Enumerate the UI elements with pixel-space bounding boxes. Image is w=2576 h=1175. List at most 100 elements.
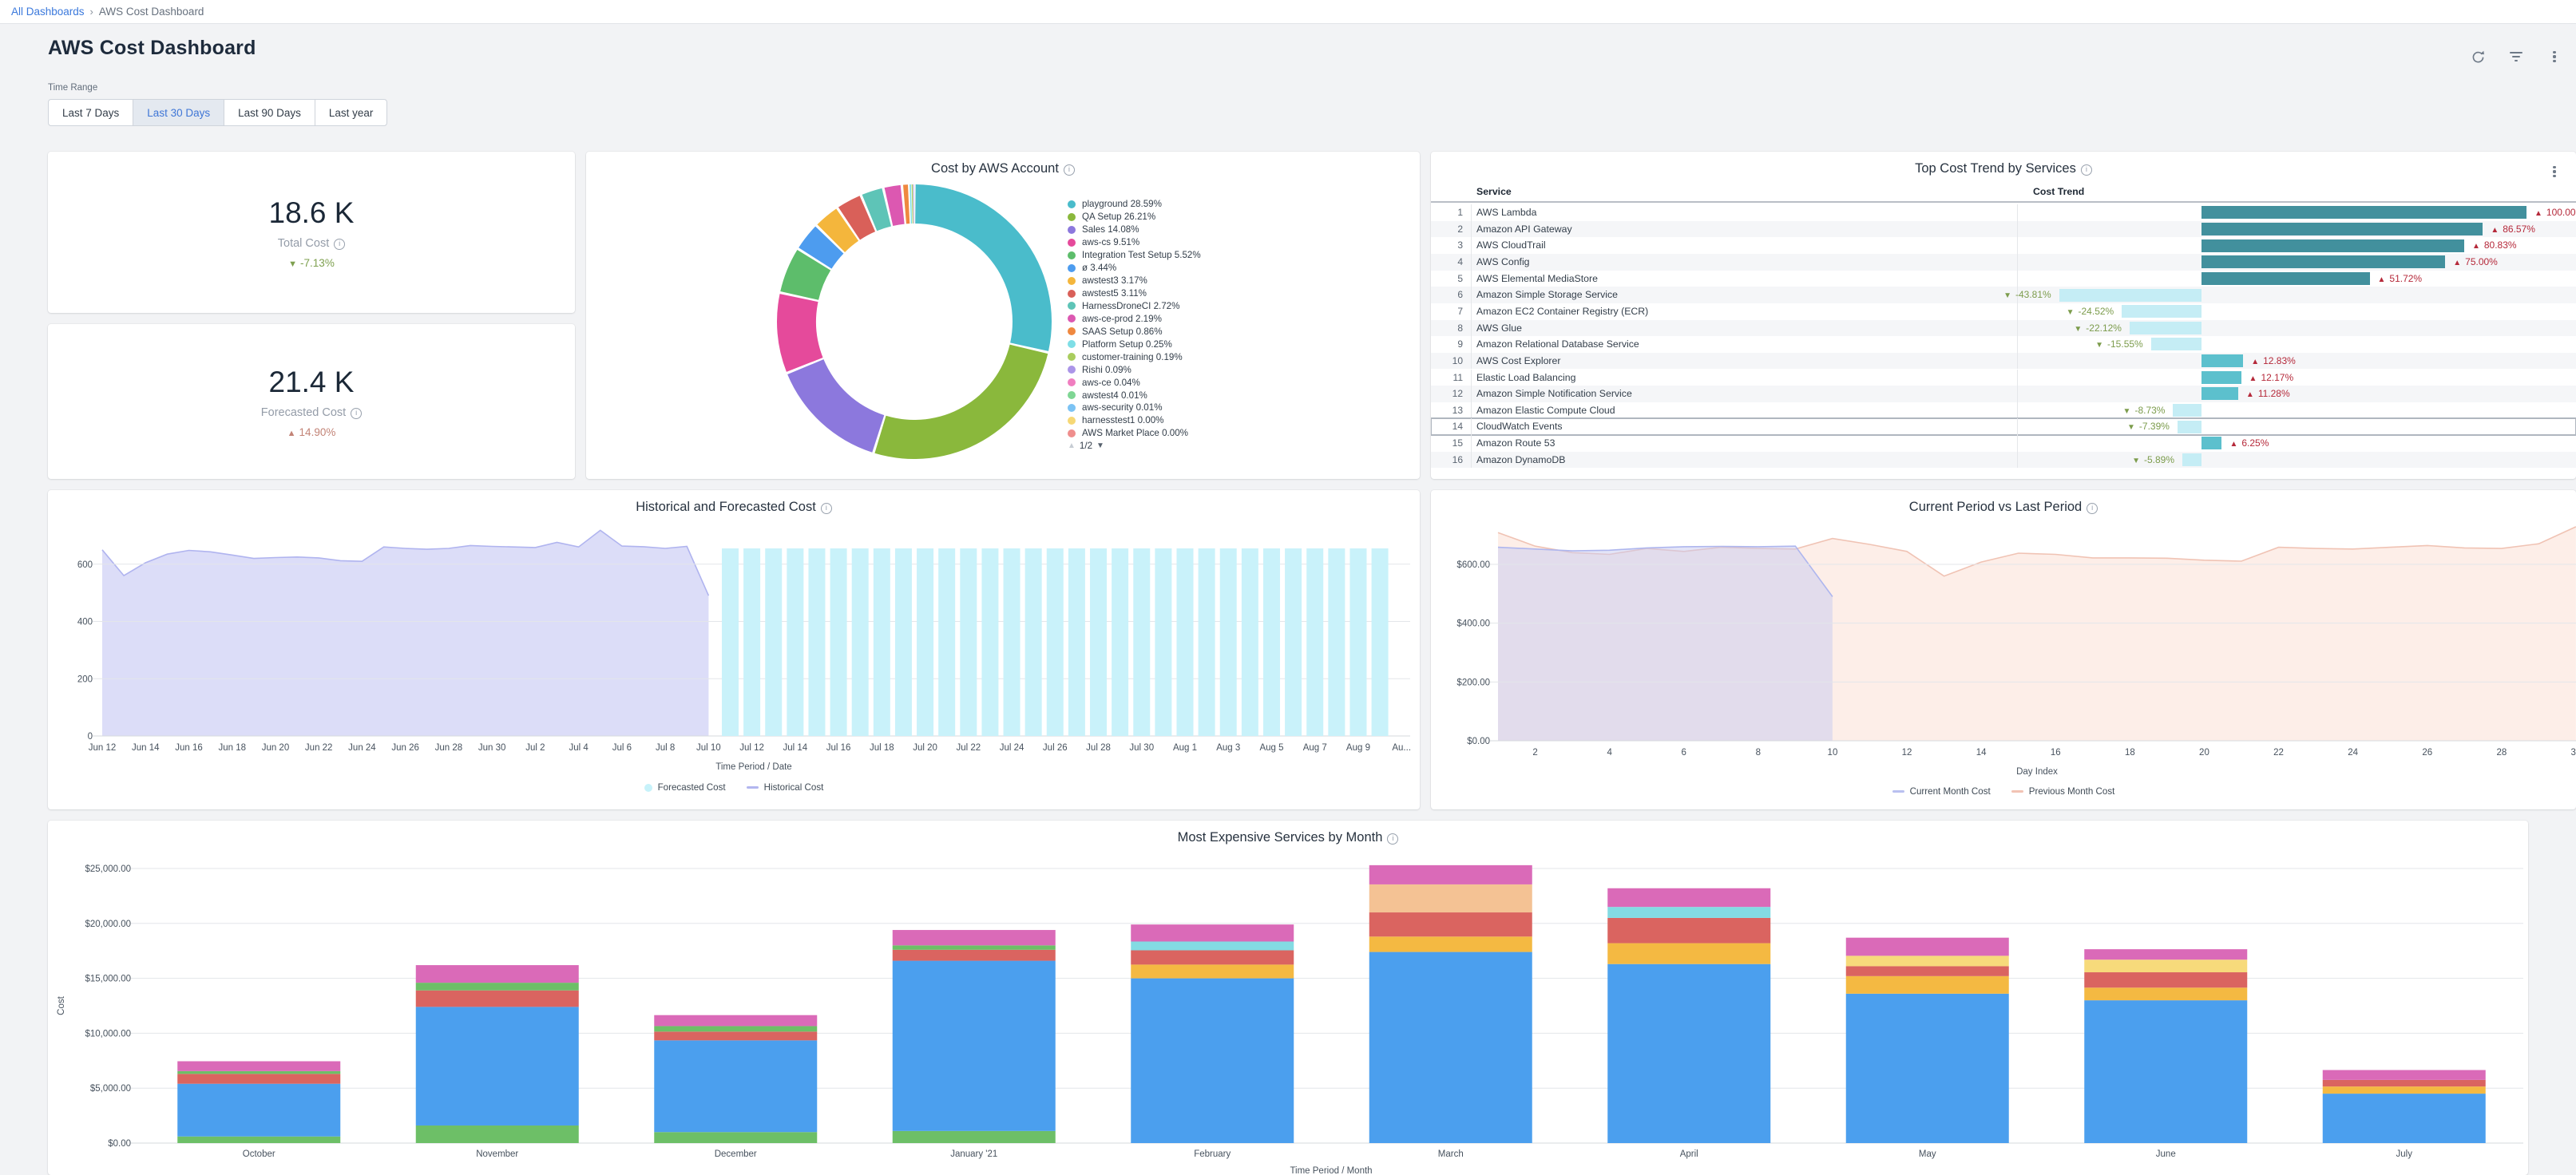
breadcrumb-all-dashboards-link[interactable]: All Dashboards (11, 6, 85, 18)
stack-segment-December-segment-pink[interactable] (654, 1015, 817, 1027)
stack-segment-May-segment-red[interactable] (1846, 966, 2009, 975)
trend-bar[interactable] (2130, 322, 2201, 334)
forecast-bar[interactable] (917, 548, 933, 736)
time-range-option-last-30-days[interactable]: Last 30 Days (133, 99, 224, 126)
column-header-cost-trend[interactable]: Cost Trend (2033, 186, 2084, 197)
stack-segment-June-segment-light-yellow[interactable] (2084, 959, 2247, 972)
stack-segment-December-segment-blue[interactable] (654, 1040, 817, 1132)
legend-item-HarnessDroneCI[interactable]: HarnessDroneCI 2.72% (1068, 300, 1201, 313)
historical-cost-area[interactable] (102, 530, 708, 736)
stack-segment-June-segment-blue[interactable] (2084, 1000, 2247, 1143)
table-row-Amazon Route 53[interactable]: 15Amazon Route 53▲6.25% (1431, 435, 2576, 452)
table-row-Amazon EC2 Container Registry (ECR)[interactable]: 7Amazon EC2 Container Registry (ECR)▼-24… (1431, 303, 2576, 320)
legend-item-Rishi[interactable]: Rishi 0.09% (1068, 363, 1201, 376)
table-row-Amazon Simple Storage Service[interactable]: 6Amazon Simple Storage Service▼-43.81% (1431, 287, 2576, 303)
legend-item-playground[interactable]: playground 28.59% (1068, 198, 1201, 211)
forecast-bar[interactable] (852, 548, 869, 736)
legend-item-awstest3[interactable]: awstest3 3.17% (1068, 275, 1201, 287)
stack-segment-January '21-segment-blue[interactable] (893, 961, 1056, 1131)
legend-item-aws-ce-prod[interactable]: aws-ce-prod 2.19% (1068, 312, 1201, 325)
stack-segment-May-segment-yellow[interactable] (1846, 976, 2009, 994)
forecast-bar[interactable] (1112, 548, 1128, 736)
stack-segment-February-segment-blue[interactable] (1131, 979, 1294, 1143)
stack-segment-July-segment-red[interactable] (2323, 1080, 2486, 1086)
stack-segment-January '21-segment-green-base[interactable] (893, 1131, 1056, 1143)
table-row-AWS Lambda[interactable]: 1AWS Lambda▲100.00% (1431, 204, 2576, 221)
legend-item-aws-cs[interactable]: aws-cs 9.51% (1068, 236, 1201, 249)
forecast-bar[interactable] (1372, 548, 1389, 736)
stack-segment-November-segment-red[interactable] (416, 991, 579, 1007)
stack-segment-June-segment-red[interactable] (2084, 972, 2247, 987)
stack-segment-March-segment-yellow[interactable] (1369, 936, 1532, 951)
trend-bar[interactable] (2201, 387, 2238, 400)
stack-segment-March-segment-blue[interactable] (1369, 952, 1532, 1143)
legend-item-AWS Market Place[interactable]: AWS Market Place 0.00% (1068, 427, 1201, 440)
forecast-bar[interactable] (1155, 548, 1171, 736)
legend-item-Sales[interactable]: Sales 14.08% (1068, 224, 1201, 236)
trend-bar[interactable] (2201, 223, 2483, 235)
column-header-service[interactable]: Service (1476, 186, 1512, 197)
info-icon[interactable]: i (351, 408, 362, 419)
forecast-bar[interactable] (808, 548, 825, 736)
stack-segment-January '21-segment-pink[interactable] (893, 930, 1056, 945)
tile-kebab-menu-icon[interactable] (2544, 161, 2565, 182)
current-month-cost-area[interactable] (1498, 546, 1833, 741)
stack-segment-February-segment-pink[interactable] (1131, 924, 1294, 941)
forecast-bar[interactable] (1004, 548, 1020, 736)
trend-bar[interactable] (2122, 305, 2201, 318)
kebab-menu-icon[interactable] (2544, 46, 2565, 67)
forecast-bar[interactable] (938, 548, 955, 736)
stack-segment-July-segment-blue[interactable] (2323, 1094, 2486, 1143)
table-row-Amazon Simple Notification Service[interactable]: 12Amazon Simple Notification Service▲11.… (1431, 386, 2576, 402)
table-row-CloudWatch Events[interactable]: 14CloudWatch Events▼-7.39% (1431, 418, 2576, 435)
forecast-bar[interactable] (1068, 548, 1085, 736)
info-icon[interactable]: i (2081, 164, 2092, 176)
table-row-Amazon API Gateway[interactable]: 2Amazon API Gateway▲86.57% (1431, 221, 2576, 238)
stack-segment-October-segment-pink[interactable] (177, 1061, 340, 1070)
forecast-bar[interactable] (1242, 548, 1258, 736)
stack-segment-December-segment-green-upper[interactable] (654, 1026, 817, 1031)
trend-bar[interactable] (2201, 272, 2370, 285)
stack-segment-May-segment-blue[interactable] (1846, 994, 2009, 1143)
table-row-Elastic Load Balancing[interactable]: 11Elastic Load Balancing▲12.17% (1431, 370, 2576, 386)
forecast-bar[interactable] (1306, 548, 1323, 736)
legend-item-awstest4[interactable]: awstest4 0.01% (1068, 389, 1201, 402)
stack-segment-April-segment-red[interactable] (1607, 918, 1770, 944)
time-range-option-last-7-days[interactable]: Last 7 Days (48, 99, 133, 126)
donut-slice-Rishi[interactable] (913, 184, 914, 224)
forecast-bar[interactable] (1090, 548, 1107, 736)
forecast-bar[interactable] (895, 548, 912, 736)
stack-segment-October-segment-blue[interactable] (177, 1084, 340, 1137)
legend-item-customer-training[interactable]: customer-training 0.19% (1068, 350, 1201, 363)
time-range-option-last-year[interactable]: Last year (315, 99, 388, 126)
donut-slice-Platform Setup[interactable] (910, 184, 912, 224)
table-row-AWS Config[interactable]: 4AWS Config▲75.00% (1431, 254, 2576, 271)
legend-item-QA Setup[interactable]: QA Setup 26.21% (1068, 211, 1201, 224)
stack-segment-December-segment-red[interactable] (654, 1031, 817, 1040)
stack-segment-November-segment-pink[interactable] (416, 965, 579, 983)
stack-segment-January '21-segment-red[interactable] (893, 950, 1056, 961)
trend-bar[interactable] (2182, 453, 2201, 466)
legend-page-up-icon[interactable]: ▲ (1068, 441, 1076, 450)
forecast-bar[interactable] (1263, 548, 1280, 736)
legend-item-aws-ce[interactable]: aws-ce 0.04% (1068, 376, 1201, 389)
stack-segment-July-segment-yellow[interactable] (2323, 1086, 2486, 1094)
stack-segment-April-segment-cyan[interactable] (1607, 907, 1770, 918)
forecast-bar[interactable] (1220, 548, 1237, 736)
forecast-bar[interactable] (722, 548, 739, 736)
legend-item-Platform Setup[interactable]: Platform Setup 0.25% (1068, 338, 1201, 350)
forecast-bar[interactable] (1349, 548, 1366, 736)
stack-segment-March-segment-peach[interactable] (1369, 884, 1532, 912)
forecast-bar[interactable] (1199, 548, 1215, 736)
info-icon[interactable]: i (334, 239, 345, 250)
forecast-bar[interactable] (1285, 548, 1302, 736)
forecast-bar[interactable] (1177, 548, 1194, 736)
trend-bar[interactable] (2059, 289, 2201, 302)
table-row-Amazon Elastic Compute Cloud[interactable]: 13Amazon Elastic Compute Cloud▼-8.73% (1431, 402, 2576, 419)
forecast-bar[interactable] (981, 548, 998, 736)
forecast-bar[interactable] (765, 548, 782, 736)
stack-segment-May-segment-pink[interactable] (1846, 938, 2009, 956)
forecast-bar[interactable] (874, 548, 890, 736)
forecast-bar[interactable] (787, 548, 803, 736)
donut-slice-customer-training[interactable] (912, 184, 913, 224)
